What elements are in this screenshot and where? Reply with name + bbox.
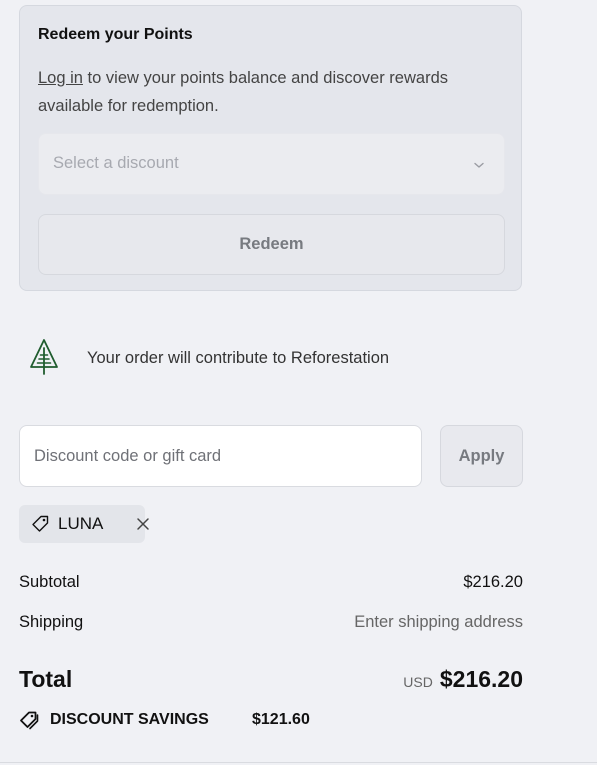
tag-icon bbox=[32, 515, 49, 532]
total-value: $216.20 bbox=[439, 666, 523, 692]
total-label: Total bbox=[19, 666, 73, 692]
tree-icon bbox=[30, 339, 58, 375]
redeem-points-title: Redeem your Points bbox=[38, 26, 193, 43]
total-amount: USD $216.20 bbox=[403, 666, 523, 693]
discount-savings-value: $121.60 bbox=[252, 711, 310, 728]
discount-code-input[interactable] bbox=[19, 425, 422, 487]
redeem-points-description-text: to view your points balance and discover… bbox=[38, 69, 448, 115]
subtotal-label: Subtotal bbox=[19, 573, 80, 591]
shipping-label: Shipping bbox=[19, 613, 84, 631]
redeem-points-card: Redeem your Points Log in to view your p… bbox=[19, 5, 522, 291]
total-currency: USD bbox=[403, 674, 433, 690]
shipping-value: Enter shipping address bbox=[354, 613, 523, 631]
reforestation-text: Your order will contribute to Reforestat… bbox=[87, 349, 390, 367]
redeem-points-description: Log in to view your points balance and d… bbox=[38, 64, 508, 120]
discount-select-placeholder: Select a discount bbox=[53, 154, 179, 172]
reforestation-notice: Your order will contribute to Reforestat… bbox=[28, 338, 528, 378]
chevron-down-icon bbox=[474, 162, 484, 168]
tags-icon bbox=[20, 711, 39, 730]
apply-button[interactable]: Apply bbox=[440, 425, 523, 487]
close-icon[interactable] bbox=[136, 517, 150, 531]
subtotal-value: $216.20 bbox=[463, 573, 523, 591]
discount-savings: DISCOUNT SAVINGS $121.60 bbox=[19, 709, 419, 731]
redeem-button[interactable]: Redeem bbox=[38, 214, 505, 275]
discount-savings-label: DISCOUNT SAVINGS bbox=[50, 711, 209, 728]
divider bbox=[0, 762, 597, 763]
discount-select[interactable]: Select a discount bbox=[38, 133, 505, 195]
applied-discount-code: LUNA bbox=[58, 514, 104, 533]
applied-discount-chip: LUNA bbox=[19, 505, 149, 543]
login-link[interactable]: Log in bbox=[38, 69, 83, 87]
